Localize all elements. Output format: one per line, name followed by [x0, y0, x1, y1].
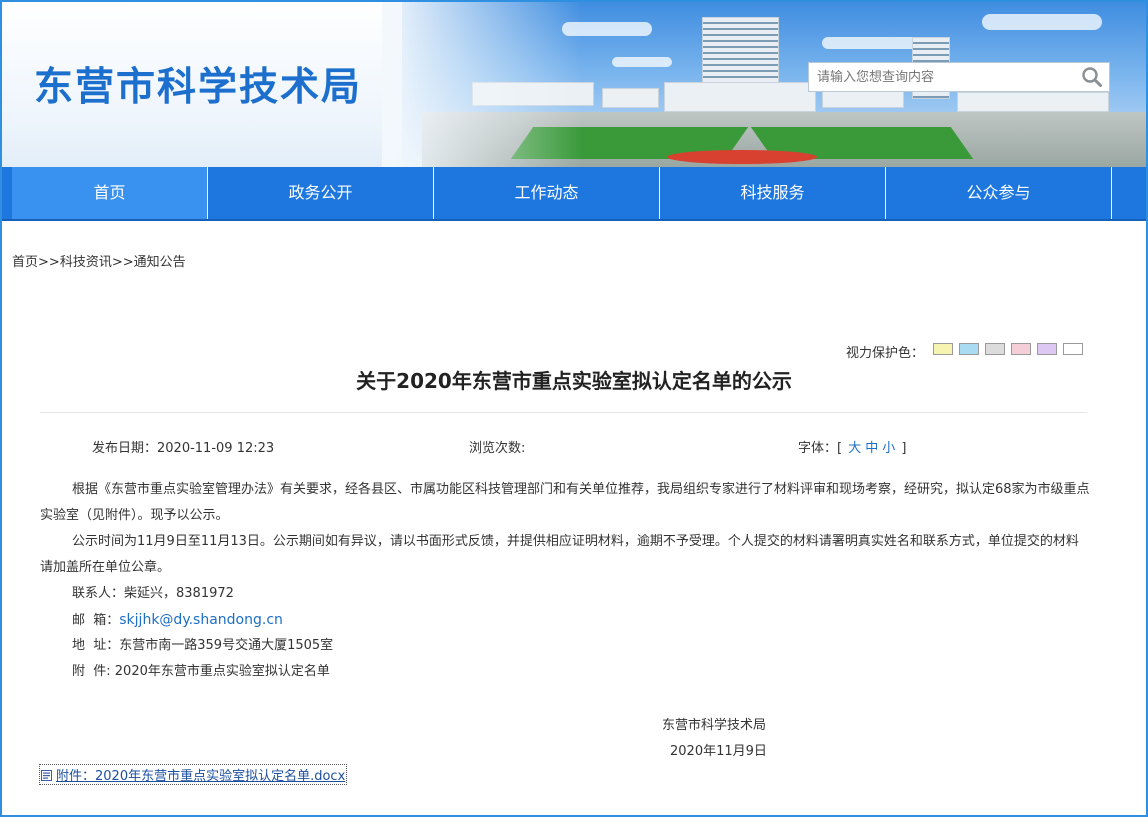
publish-date-value: 2020-11-09 12:23: [157, 441, 275, 456]
font-size-large-link[interactable]: 大: [848, 441, 861, 456]
font-size-medium-link[interactable]: 中: [865, 441, 878, 456]
nav-item-tech-services[interactable]: 科技服务: [660, 167, 886, 219]
font-size-bracket-close: ]: [901, 441, 907, 456]
email-link[interactable]: skjjhk@dy.shandong.cn: [119, 612, 283, 628]
nav-item-home[interactable]: 首页: [12, 167, 208, 219]
font-size-bracket-open: [: [837, 441, 843, 456]
swatch-yellow[interactable]: [933, 343, 953, 355]
site-title: 东营市科学技术局: [34, 65, 363, 110]
eye-protection-label: 视力保护色：: [846, 346, 925, 361]
swatch-blue[interactable]: [959, 343, 979, 355]
email-line: 邮 箱：skjjhk@dy.shandong.cn: [40, 607, 1090, 633]
search-box: [808, 62, 1110, 92]
swatch-gray[interactable]: [985, 343, 1005, 355]
header-banner: 东营市科学技术局: [2, 2, 1146, 167]
publish-date: 发布日期：2020-11-09 12:23: [92, 437, 274, 456]
nav-item-government-affairs[interactable]: 政务公开: [208, 167, 434, 219]
address-line: 地 址：东营市南一路359号交通大厦1505室: [72, 638, 334, 653]
swatch-white[interactable]: [1063, 343, 1083, 355]
view-count-label: 浏览次数:: [469, 441, 526, 456]
article-title: 关于2020年东营市重点实验室拟认定名单的公示: [356, 369, 792, 393]
font-size-control: 字体：[ 大中小 ]: [798, 437, 907, 456]
view-count: 浏览次数:: [469, 437, 525, 456]
breadcrumb-tech-news[interactable]: 科技资讯: [60, 255, 112, 270]
attachment-link[interactable]: 附件：2020年东营市重点实验室拟认定名单.docx: [38, 764, 348, 785]
signature-date: 2020年11月9日: [670, 744, 767, 759]
breadcrumb-notices[interactable]: 通知公告: [134, 255, 186, 270]
swatch-purple[interactable]: [1037, 343, 1057, 355]
paragraph: 根据《东营市重点实验室管理办法》有关要求，经各县区、市属功能区科技管理部门和有关…: [40, 482, 1090, 523]
font-size-label: 字体：: [798, 441, 838, 456]
divider: [40, 412, 1087, 413]
page-frame: 东营市科学技术局 首页 政务公开 工作动态 科技服务 公众参与 首页>>科技资讯…: [0, 0, 1148, 817]
breadcrumb-separator: >>: [38, 255, 60, 270]
breadcrumb: 首页>>科技资讯>>通知公告: [12, 251, 186, 270]
main-nav: 首页 政务公开 工作动态 科技服务 公众参与: [2, 167, 1146, 221]
search-icon[interactable]: [1081, 66, 1103, 88]
email-label: 邮 箱：: [72, 613, 120, 628]
publish-date-label: 发布日期：: [92, 441, 158, 456]
nav-item-work-news[interactable]: 工作动态: [434, 167, 660, 219]
article-body: 根据《东营市重点实验室管理办法》有关要求，经各县区、市属功能区科技管理部门和有关…: [40, 477, 1090, 685]
breadcrumb-home[interactable]: 首页: [12, 255, 38, 270]
attachment-line: 附 件: 2020年东营市重点实验室拟认定名单: [72, 664, 330, 679]
paragraph: 公示时间为11月9日至11月13日。公示期间如有异议，请以书面形式反馈，并提供相…: [40, 534, 1079, 575]
font-size-small-link[interactable]: 小: [882, 441, 895, 456]
search-input[interactable]: [809, 63, 1085, 91]
document-icon: [41, 770, 52, 781]
breadcrumb-separator: >>: [111, 255, 134, 270]
nav-item-public-participation[interactable]: 公众参与: [886, 167, 1112, 219]
contact-line: 联系人：柴延兴，8381972: [72, 586, 234, 601]
signature: 东营市科学技术局: [662, 718, 767, 733]
attachment-link-text: 附件：2020年东营市重点实验室拟认定名单.docx: [56, 769, 346, 784]
swatch-pink[interactable]: [1011, 343, 1031, 355]
